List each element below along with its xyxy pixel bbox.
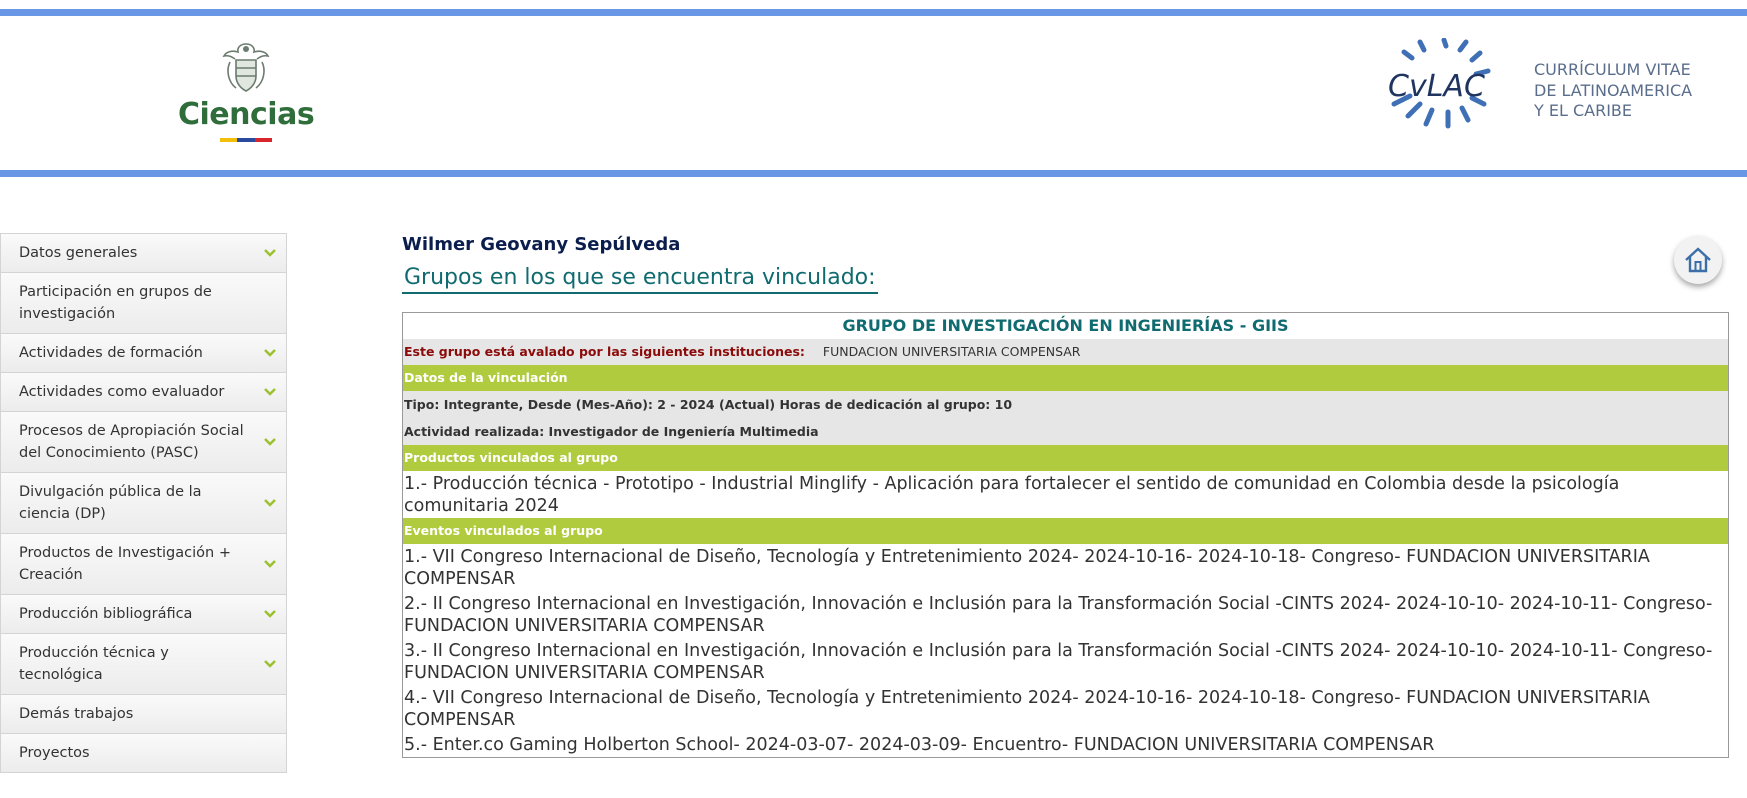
colombia-flag-strip <box>220 138 272 142</box>
cvlac-tagline-line: CURRÍCULUM VITAE <box>1534 60 1691 79</box>
chevron-down-icon <box>264 660 276 668</box>
chevron-down-icon <box>264 249 276 257</box>
group-name: GRUPO DE INVESTIGACIÓN EN INGENIERÍAS - … <box>842 316 1289 335</box>
sidebar-item-label: Datos generales <box>19 245 138 261</box>
sidebar-item-datos-generales[interactable]: Datos generales <box>0 233 287 273</box>
sidebar-item-investigacion-creacion[interactable]: Productos de Investigación + Creación <box>0 534 287 595</box>
researcher-name: Wilmer Geovany Sepúlveda <box>402 234 681 255</box>
header-top-bar <box>0 9 1747 16</box>
main-content: Wilmer Geovany Sepúlveda Grupos en los q… <box>402 233 1729 758</box>
event-item: 5.- Enter.co Gaming Holberton School- 20… <box>404 735 1435 755</box>
sidebar-item-produccion-bibliografica[interactable]: Producción bibliográfica <box>0 595 287 634</box>
chevron-down-icon <box>264 349 276 357</box>
sidebar-item-actividades-evaluador[interactable]: Actividades como evaluador <box>0 373 287 412</box>
home-icon <box>1685 247 1711 273</box>
sidebar-item-produccion-tecnica[interactable]: Producción técnica y tecnológica <box>0 634 287 695</box>
sidebar-item-proyectos[interactable]: Proyectos <box>0 734 287 773</box>
cvlac-tagline: CURRÍCULUM VITAE DE LATINOAMERICA Y EL C… <box>1534 60 1692 122</box>
group-institutions-row: Este grupo está avalado por las siguient… <box>403 339 1728 365</box>
sidebar-item-label: Actividades como evaluador <box>19 384 225 400</box>
sidebar-item-label: Productos de Investigación + Creación <box>19 545 231 583</box>
sidebar-item-label: Procesos de Apropiación Social del Conoc… <box>19 423 244 461</box>
cvlac-tagline-line: DE LATINOAMERICA <box>1534 80 1693 100</box>
sidebar-item-divulgacion[interactable]: Divulgación pública de la ciencia (DP) <box>0 473 287 534</box>
chevron-down-icon <box>264 388 276 396</box>
ciencias-logo[interactable]: Ciencias <box>178 40 315 146</box>
ciencias-wordmark: Ciencias <box>178 97 315 132</box>
chevron-down-icon <box>264 438 276 446</box>
institutions-label: Este grupo está avalado por las siguient… <box>404 344 805 359</box>
institutions-value: FUNDACION UNIVERSITARIA COMPENSAR <box>822 344 1081 359</box>
link-data-header: Datos de la vinculación <box>403 365 1728 391</box>
sidebar-item-label: Demás trabajos <box>19 706 134 722</box>
cvlac-logo[interactable]: CvLAC CURRÍCULUM VITAE DE LATINOAMERICA … <box>1380 38 1700 138</box>
sidebar-item-label: Producción técnica y tecnológica <box>19 645 169 683</box>
event-item: 4.- VII Congreso Internacional de Diseño… <box>404 688 1650 730</box>
chevron-down-icon <box>264 610 276 618</box>
sidebar-menu: Datos generales Participación en grupos … <box>0 233 287 773</box>
chevron-down-icon <box>264 560 276 568</box>
coat-of-arms-icon <box>222 43 270 92</box>
sidebar-item-demas-trabajos[interactable]: Demás trabajos <box>0 695 287 734</box>
sidebar-item-label: Actividades de formación <box>19 345 203 361</box>
sidebar-item-label: Divulgación pública de la ciencia (DP) <box>19 484 202 522</box>
sidebar-item-label: Proyectos <box>19 745 90 761</box>
cvlac-wordmark: CvLAC <box>1388 69 1485 104</box>
sidebar-item-participacion-grupos[interactable]: Participación en grupos de investigación <box>0 273 287 334</box>
section-title: Grupos en los que se encuentra vinculado… <box>402 265 878 294</box>
sidebar-item-pasc[interactable]: Procesos de Apropiación Social del Conoc… <box>0 412 287 473</box>
link-type-row: Tipo: Integrante, Desde (Mes-Año): 2 - 2… <box>403 391 1728 418</box>
product-item: 1.- Producción técnica - Prototipo - Ind… <box>404 474 1620 516</box>
event-item: 2.- II Congreso Internacional en Investi… <box>404 594 1713 636</box>
products-header: Productos vinculados al grupo <box>403 445 1728 471</box>
event-item: 1.- VII Congreso Internacional de Diseño… <box>404 547 1650 589</box>
group-card: GRUPO DE INVESTIGACIÓN EN INGENIERÍAS - … <box>402 312 1729 758</box>
events-header: Eventos vinculados al grupo <box>403 518 1728 544</box>
chevron-down-icon <box>264 499 276 507</box>
sidebar-item-label: Participación en grupos de investigación <box>19 284 212 322</box>
header-bottom-bar <box>0 170 1747 177</box>
cvlac-tagline-line: Y EL CARIBE <box>1534 101 1633 120</box>
home-button[interactable] <box>1674 236 1722 284</box>
sidebar-item-actividades-formacion[interactable]: Actividades de formación <box>0 334 287 373</box>
event-item: 3.- II Congreso Internacional en Investi… <box>404 641 1713 683</box>
activity-row: Actividad realizada: Investigador de Ing… <box>403 418 1728 445</box>
sidebar-item-label: Producción bibliográfica <box>19 606 193 622</box>
cvlac-sunburst-icon: CvLAC <box>1388 38 1491 129</box>
